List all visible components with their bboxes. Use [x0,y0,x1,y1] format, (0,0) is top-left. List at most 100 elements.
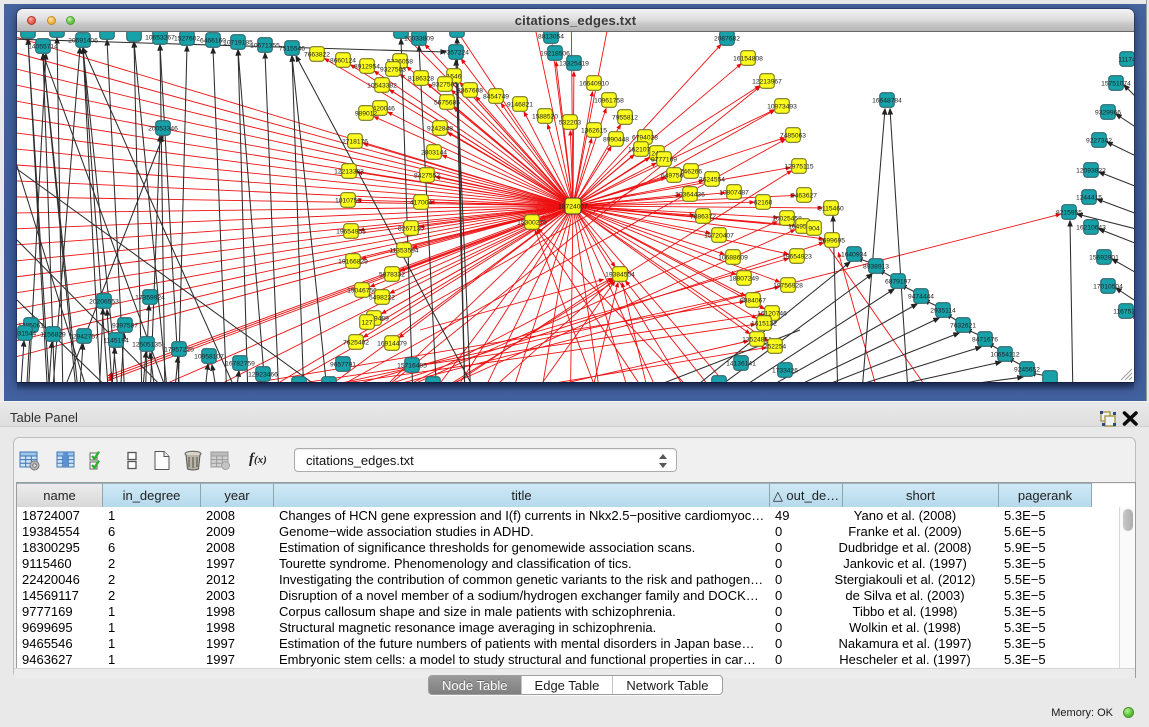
svg-text:9474444: 9474444 [908,293,934,300]
svg-text:19756928: 19756928 [773,282,803,289]
svg-text:14136141: 14136141 [726,360,756,367]
svg-text:10653267: 10653267 [145,34,175,41]
svg-text:20053346: 20053346 [148,125,178,132]
svg-text:1010753: 1010753 [335,197,361,204]
svg-text:16154808: 16154808 [733,55,763,62]
svg-text:8215955: 8215955 [1056,209,1082,216]
svg-text:2935114: 2935114 [930,307,956,314]
svg-text:1733426: 1733426 [772,367,798,374]
svg-text:9463627: 9463627 [791,192,817,199]
svg-text:1588520: 1588520 [532,113,558,120]
svg-text:1244415: 1244415 [1076,194,1102,201]
svg-text:20691406: 20691406 [68,37,98,44]
svg-text:19654955: 19654955 [336,228,366,235]
svg-text:19218506: 19218506 [540,50,570,57]
svg-text:1156829: 1156829 [40,331,66,338]
svg-text:12213383: 12213383 [334,168,364,175]
svg-text:11174: 11174 [1118,56,1134,63]
svg-text:11353594: 11353594 [389,247,419,254]
svg-text:10719185: 10719185 [223,39,253,46]
svg-text:989012: 989012 [355,110,378,117]
svg-text:8990448: 8990448 [603,136,629,143]
svg-text:5675685: 5675685 [434,99,460,106]
svg-text:15751074: 15751074 [1101,80,1131,87]
svg-text:17957225: 17957225 [164,346,194,353]
svg-text:8938913: 8938913 [863,263,889,270]
svg-text:1640934: 1640934 [841,251,867,258]
svg-text:7955812: 7955812 [612,114,638,121]
svg-text:1362615: 1362615 [581,127,607,134]
svg-text:15716485: 15716485 [397,362,427,369]
svg-text:12093822: 12093822 [1076,167,1106,174]
svg-text:127: 127 [361,319,372,326]
svg-text:19166829: 19166829 [338,258,368,265]
svg-text:5498222: 5498222 [369,294,395,301]
svg-text:9777169: 9777169 [651,156,677,163]
svg-text:19046756: 19046756 [347,287,377,294]
svg-text:1615132: 1615132 [751,320,777,327]
svg-text:19654923: 19654923 [782,253,812,260]
svg-text:14055714: 14055714 [28,43,58,50]
svg-text:7632621: 7632621 [950,322,976,329]
svg-text:10543382: 10543382 [367,82,397,89]
svg-text:18724007: 18724007 [558,203,588,210]
svg-text:16210643: 16210643 [1076,224,1106,231]
svg-text:8427552: 8427552 [414,172,440,179]
svg-text:12975115: 12975115 [784,163,814,170]
svg-text:2803144: 2803144 [421,149,447,156]
svg-text:10671355: 10671355 [250,42,280,49]
svg-text:9884067: 9884067 [740,297,766,304]
svg-text:9115460: 9115460 [818,205,844,212]
svg-text:904: 904 [808,225,819,232]
svg-text:8912954: 8912954 [354,63,380,70]
svg-text:3624554: 3624554 [699,176,725,183]
svg-text:8813054: 8813054 [538,33,564,40]
svg-text:16914479: 16914479 [377,340,407,347]
svg-text:15720407: 15720407 [704,232,734,239]
svg-text:6879197: 6879197 [885,278,911,285]
svg-text:16782759: 16782759 [225,360,255,367]
svg-text:15692901: 15692901 [1089,254,1119,261]
svg-text:252254: 252254 [764,343,787,350]
svg-text:8660124: 8660124 [330,57,356,64]
svg-text:8454749: 8454749 [483,93,509,100]
svg-text:7625402: 7625402 [343,339,369,346]
svg-text:9699695: 9699695 [819,237,845,244]
svg-text:10973493: 10973493 [767,103,797,110]
svg-text:2718176: 2718176 [342,138,368,145]
svg-text:16640910: 16640910 [579,80,609,87]
svg-text:9327505: 9327505 [432,81,458,88]
svg-text:7886372: 7886372 [690,213,716,220]
svg-text:15300275: 15300275 [517,219,547,226]
svg-text:532203: 532203 [559,119,582,126]
svg-text:12923466: 12923466 [248,371,278,378]
svg-text:12213967: 12213967 [752,78,782,85]
svg-text:16648784: 16648784 [872,97,902,104]
svg-text:8186328: 8186328 [408,75,434,82]
svg-text:9329966: 9329966 [1095,109,1121,116]
svg-text:12505135: 12505135 [132,341,162,348]
svg-text:10807487: 10807487 [719,189,749,196]
svg-text:17010504: 17010504 [1093,283,1123,290]
svg-text:1167531: 1167531 [1113,308,1134,315]
svg-text:5878332: 5878332 [379,271,405,278]
svg-text:1527602: 1527602 [174,35,200,42]
svg-text:9227342: 9227342 [1086,137,1112,144]
svg-text:62160: 62160 [754,199,773,206]
svg-text:10958107: 10958107 [194,353,224,360]
svg-text:417004: 417004 [410,199,433,206]
svg-text:20364436: 20364436 [675,191,705,198]
svg-text:9397587: 9397587 [112,322,138,329]
svg-text:19384554: 19384554 [605,271,635,278]
svg-text:9242848: 9242848 [427,125,453,132]
svg-text:6794028: 6794028 [632,134,658,141]
svg-text:9245652: 9245652 [1014,366,1040,373]
svg-text:16033809: 16033809 [404,35,434,42]
svg-text:17359924: 17359924 [135,294,165,301]
svg-text:9327503: 9327503 [380,66,406,73]
svg-text:7515546: 7515546 [279,45,305,52]
svg-text:9146821: 9146821 [507,101,533,108]
svg-text:12942757: 12942757 [69,333,99,340]
svg-text:18807249: 18807249 [729,275,759,282]
svg-text:1145194: 1145194 [103,337,129,344]
